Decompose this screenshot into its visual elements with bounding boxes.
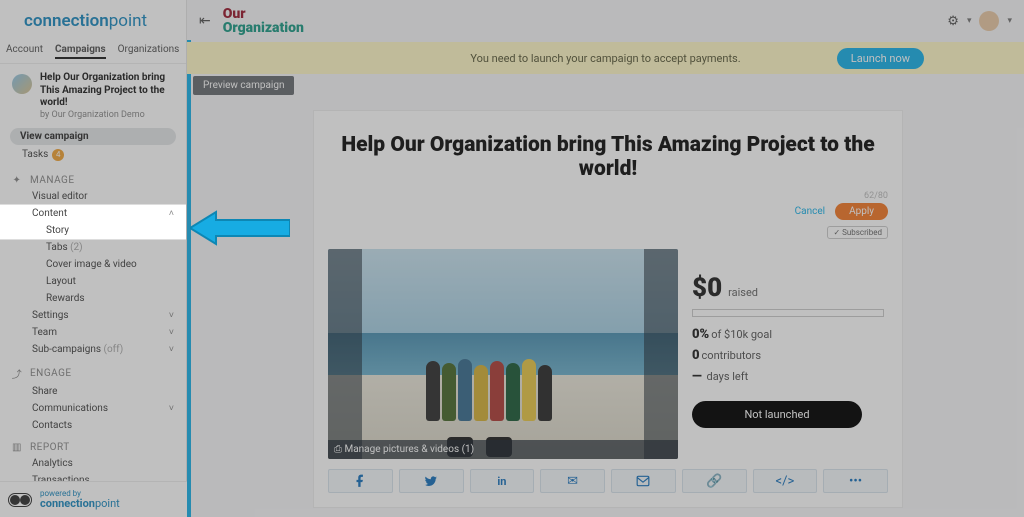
launch-now-button[interactable]: Launch now [837, 48, 924, 69]
tasks-count-badge: 4 [52, 149, 64, 161]
launch-banner: You need to launch your campaign to acce… [187, 42, 1024, 74]
sidebar-tasks[interactable]: Tasks 4 [0, 145, 186, 167]
campaign-header[interactable]: Help Our Organization bring This Amazing… [0, 64, 186, 122]
campaign-stats: $0 raised 0%of $10k goal 0contributors —… [692, 249, 888, 459]
campaign-card: Help Our Organization bring This Amazing… [313, 110, 903, 508]
account-tabs: Account Campaigns Organizations Enterpri… [0, 42, 186, 64]
section-report: ▥ REPORT [10, 434, 176, 455]
nav-share[interactable]: Share [10, 383, 176, 400]
share-messenger[interactable]: ✉ [540, 469, 605, 493]
tab-account[interactable]: Account [6, 42, 43, 59]
callout-arrow-icon [190, 210, 290, 246]
share-link[interactable]: 🔗 [682, 469, 747, 493]
brand-logo[interactable]: connectionpoint [0, 0, 186, 42]
share-icon: ⤴ [10, 366, 24, 381]
nav-content[interactable]: Content ˄ [10, 205, 176, 222]
share-more[interactable]: ••• [823, 469, 888, 493]
progress-bar [692, 309, 884, 317]
avatar[interactable] [979, 11, 999, 31]
nav-team[interactable]: Team˅ [10, 324, 176, 341]
tab-organizations[interactable]: Organizations [118, 42, 180, 59]
subscribed-chip[interactable]: ✓ Subscribed [827, 226, 888, 239]
wrench-icon: ✦ [10, 175, 24, 186]
status-badge: Not launched [692, 401, 862, 428]
nav-communications[interactable]: Communications˅ [10, 400, 176, 417]
nav-analytics[interactable]: Analytics [10, 455, 176, 472]
nav-subcampaigns[interactable]: Sub-campaigns (off) ˅ [10, 341, 176, 358]
nav-content-rewards[interactable]: Rewards [24, 290, 176, 307]
cancel-button[interactable]: Cancel [795, 206, 825, 217]
chevron-down-icon: ˅ [169, 310, 174, 321]
campaign-thumb [12, 74, 32, 94]
share-bar: in ✉ 🔗 </> ••• [314, 459, 902, 507]
share-facebook[interactable] [328, 469, 393, 493]
nav-content-layout[interactable]: Layout [24, 273, 176, 290]
banner-text: You need to launch your campaign to acce… [470, 52, 740, 65]
share-linkedin[interactable]: in [470, 469, 535, 493]
chevron-down-icon: ˅ [169, 327, 174, 338]
sidebar: connectionpoint Account Campaigns Organi… [0, 0, 187, 517]
preview-campaign-button[interactable]: Preview campaign [193, 76, 294, 95]
manage-media-button[interactable]: ⎙ Manage pictures & videos (1) [328, 440, 678, 459]
amount-raised: $0 [692, 273, 722, 303]
nav-visual-editor[interactable]: Visual editor [10, 188, 176, 205]
section-manage: ✦ MANAGE [10, 167, 176, 188]
nav-settings[interactable]: Settings˅ [10, 307, 176, 324]
chart-icon: ▥ [10, 442, 24, 453]
page-title[interactable]: Help Our Organization bring This Amazing… [314, 111, 902, 191]
chevron-down-icon: ˅ [169, 403, 174, 414]
chevron-up-icon: ˄ [169, 208, 174, 219]
share-twitter[interactable] [399, 469, 464, 493]
section-engage: ⤴ ENGAGE [10, 358, 176, 383]
share-email[interactable] [611, 469, 676, 493]
topbar: ⇤ Our Organization ⚙ ▾ ▾ [187, 0, 1024, 42]
collapse-sidebar-icon[interactable]: ⇤ [199, 13, 211, 29]
gear-icon[interactable]: ⚙ [947, 14, 959, 29]
cover-image[interactable]: ⎙ Manage pictures & videos (1) [328, 249, 678, 459]
campaign-title: Help Our Organization bring This Amazing… [40, 72, 178, 110]
nav-content-story[interactable]: Story [24, 222, 176, 239]
sidebar-footer: powered by connectionpoint [0, 481, 187, 517]
tasks-label: Tasks [22, 149, 48, 160]
scroll-indicator[interactable] [187, 40, 191, 517]
chevron-down-icon[interactable]: ▾ [1007, 16, 1012, 26]
view-campaign-button[interactable]: View campaign [10, 128, 176, 145]
nav-content-tabs[interactable]: Tabs (2) [24, 239, 176, 256]
campaign-byline: by Our Organization Demo [40, 110, 178, 120]
apply-button[interactable]: Apply [835, 203, 888, 220]
char-counter: 62/80 [314, 191, 902, 203]
chevron-down-icon[interactable]: ▾ [967, 16, 972, 26]
theme-toggle[interactable] [8, 493, 32, 507]
chevron-down-icon: ˅ [169, 344, 174, 355]
nav-contacts[interactable]: Contacts [10, 417, 176, 434]
share-embed[interactable]: </> [753, 469, 818, 493]
org-logo[interactable]: Our Organization [223, 7, 304, 35]
nav-content-cover[interactable]: Cover image & video [24, 256, 176, 273]
main-area: ⇤ Our Organization ⚙ ▾ ▾ You need to laun… [187, 0, 1024, 517]
tab-campaigns[interactable]: Campaigns [55, 42, 106, 59]
